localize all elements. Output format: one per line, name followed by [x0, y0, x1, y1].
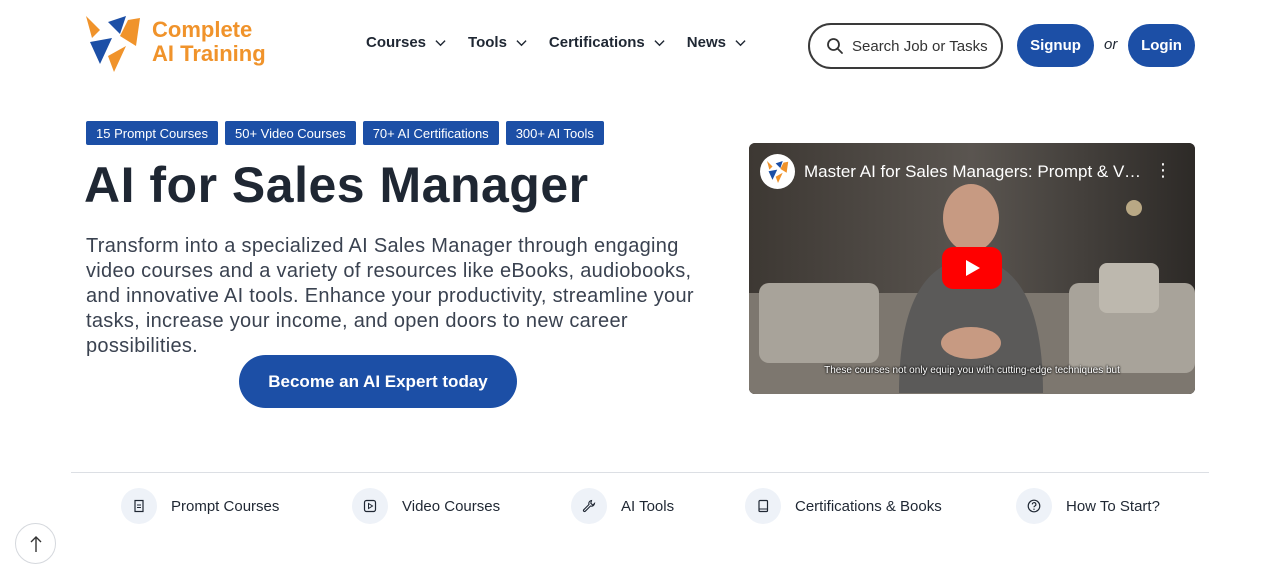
- or-separator: or: [1104, 36, 1118, 53]
- site-logo[interactable]: Complete AI Training: [86, 16, 266, 72]
- feature-label: AI Tools: [621, 497, 675, 515]
- feature-label: How To Start?: [1066, 497, 1160, 515]
- video-caption: These courses not only equip you with cu…: [824, 365, 1120, 376]
- stats-badges: 15 Prompt Courses 50+ Video Courses 70+ …: [86, 121, 604, 145]
- logo-line-1: Complete: [152, 17, 253, 42]
- document-icon: [121, 488, 157, 524]
- play-icon: [966, 260, 980, 276]
- search-box[interactable]: [808, 23, 1003, 69]
- feature-label: Video Courses: [402, 497, 501, 515]
- arrow-up-icon: [30, 535, 41, 552]
- logo-mark-icon: [86, 16, 140, 72]
- signup-button[interactable]: Signup: [1017, 24, 1094, 67]
- nav-news[interactable]: News: [687, 34, 746, 51]
- nav-certifications-label: Certifications: [548, 34, 645, 51]
- page-title: AI for Sales Manager: [84, 157, 589, 213]
- badge-ai-tools[interactable]: 300+ AI Tools: [505, 121, 604, 145]
- video-player[interactable]: Master AI for Sales Managers: Prompt & V…: [749, 143, 1195, 394]
- become-expert-button[interactable]: Become an AI Expert today: [239, 355, 517, 408]
- play-square-icon: [352, 488, 388, 524]
- chevron-down-icon: [654, 40, 665, 47]
- feature-label: Prompt Courses: [171, 497, 280, 515]
- badge-ai-certifications[interactable]: 70+ AI Certifications: [362, 121, 499, 145]
- main-nav: Courses Tools Certifications News: [366, 34, 768, 51]
- feature-certifications-books[interactable]: Certifications & Books: [745, 488, 942, 524]
- feature-ai-tools[interactable]: AI Tools: [571, 488, 674, 524]
- badge-prompt-courses[interactable]: 15 Prompt Courses: [86, 121, 218, 145]
- feature-how-to-start[interactable]: How To Start?: [1016, 488, 1160, 524]
- play-button[interactable]: [942, 247, 1002, 289]
- nav-tools-label: Tools: [468, 34, 507, 51]
- nav-courses[interactable]: Courses: [366, 34, 446, 51]
- channel-avatar[interactable]: [760, 154, 795, 189]
- search-input[interactable]: [852, 37, 992, 55]
- scroll-to-top-button[interactable]: [15, 523, 56, 564]
- feature-video-courses[interactable]: Video Courses: [352, 488, 500, 524]
- nav-certifications[interactable]: Certifications: [549, 34, 665, 51]
- chevron-down-icon: [735, 40, 746, 47]
- nav-courses-label: Courses: [366, 34, 427, 51]
- nav-tools[interactable]: Tools: [468, 34, 527, 51]
- feature-prompt-courses[interactable]: Prompt Courses: [121, 488, 279, 524]
- chevron-down-icon: [516, 40, 527, 47]
- chevron-down-icon: [435, 40, 446, 47]
- wrench-icon: [571, 488, 607, 524]
- question-icon: [1016, 488, 1052, 524]
- section-divider: [71, 472, 1209, 473]
- logo-mark-icon: [766, 160, 788, 183]
- logo-line-2: AI Training: [152, 41, 266, 66]
- logo-text: Complete AI Training: [152, 18, 266, 66]
- more-options-icon[interactable]: ⋮: [1154, 160, 1172, 180]
- feature-links: Prompt Courses Video Courses AI Tools Ce…: [0, 488, 1280, 528]
- login-button[interactable]: Login: [1128, 24, 1195, 67]
- badge-video-courses[interactable]: 50+ Video Courses: [225, 121, 356, 145]
- book-icon: [745, 488, 781, 524]
- hero-description: Transform into a specialized AI Sales Ma…: [86, 235, 694, 357]
- nav-news-label: News: [686, 34, 726, 51]
- video-title[interactable]: Master AI for Sales Managers: Prompt & V…: [804, 162, 1144, 182]
- search-icon: [827, 38, 843, 54]
- feature-label: Certifications & Books: [795, 497, 942, 515]
